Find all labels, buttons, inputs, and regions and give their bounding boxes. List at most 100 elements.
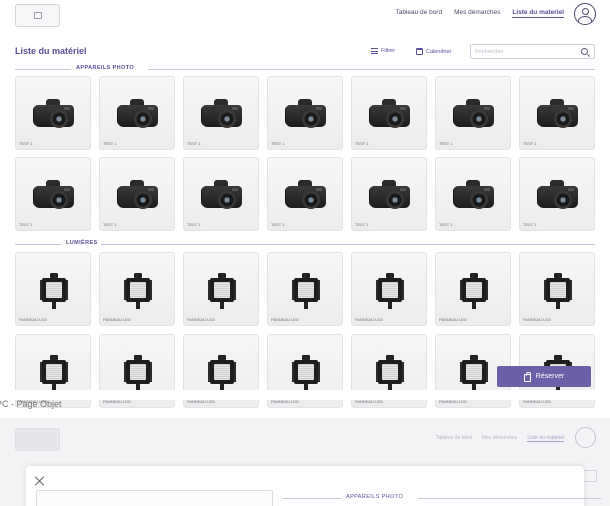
section-label: APPAREILS PHOTO (76, 65, 135, 71)
item-card[interactable]: TEST 1 (351, 76, 427, 150)
image-icon (34, 12, 42, 19)
item-card[interactable]: TEST 1 (267, 76, 343, 150)
led-panel-icon (208, 273, 236, 309)
item-caption: TEST 1 (355, 141, 369, 146)
item-caption: PANNEAU LED (103, 317, 131, 322)
item-card[interactable]: TEST 1 (519, 76, 595, 150)
item-card[interactable]: PANNEAU LED (267, 252, 343, 326)
led-panel-icon (544, 273, 572, 309)
item-card[interactable]: PANNEAU LED (99, 252, 175, 326)
item-card[interactable]: TEST 1 (15, 76, 91, 150)
faded-button (583, 470, 597, 482)
main-nav: Tableau de bord Mes démarches Liste du m… (395, 9, 564, 18)
camera-icon (369, 99, 410, 129)
close-icon[interactable] (35, 476, 45, 486)
calendar-icon (416, 48, 423, 55)
divider-line (148, 69, 595, 70)
divider-line (283, 498, 341, 499)
camera-icon (201, 99, 242, 129)
divider-line (418, 498, 601, 499)
item-card[interactable]: PANNEAU LED (351, 252, 427, 326)
item-caption: TEST 1 (103, 222, 117, 227)
faded-nav-item: Mes démarches (481, 435, 518, 441)
reserve-label: Réserver (535, 373, 565, 380)
faded-nav: Tableau de bord Mes démarches Liste du m… (436, 435, 564, 442)
item-card[interactable]: TEST 1 (267, 157, 343, 231)
item-card[interactable]: TEST 1 (519, 157, 595, 231)
item-caption: TEST 1 (187, 141, 201, 146)
camera-icon (201, 180, 242, 210)
led-panel-icon (460, 273, 488, 309)
camera-icon (537, 99, 578, 129)
led-panel-icon (208, 355, 236, 391)
camera-icon (117, 180, 158, 210)
screen: Tableau de bord Mes démarches Liste du m… (0, 0, 610, 506)
item-caption: TEST 1 (19, 222, 33, 227)
item-caption: TEST 1 (439, 222, 453, 227)
item-card[interactable]: TEST 1 (435, 157, 511, 231)
search-input[interactable] (475, 47, 575, 57)
item-card[interactable]: PANNEAU LED (15, 252, 91, 326)
camera-icon (453, 180, 494, 210)
item-caption: TEST 1 (439, 141, 453, 146)
item-caption: TEST 1 (271, 222, 285, 227)
nav-liste-du-materiel[interactable]: Liste du materiel (512, 9, 564, 18)
camera-icon (285, 99, 326, 129)
item-caption: TEST 1 (103, 141, 117, 146)
camera-icon (453, 99, 494, 129)
modal-section-divider: APPAREILS PHOTO (283, 494, 601, 504)
item-caption: TEST 1 (355, 222, 369, 227)
item-image-frame (36, 490, 273, 506)
logo-placeholder-faded (15, 428, 60, 451)
item-card[interactable]: TEST 1 (351, 157, 427, 231)
item-detail-modal: APPAREILS PHOTO (26, 466, 601, 506)
camera-icon (33, 180, 74, 210)
nav-tableau-de-bord[interactable]: Tableau de bord (395, 9, 442, 18)
calendar-label: Calendrier (426, 48, 452, 55)
filter-button[interactable]: Filtrer (371, 48, 395, 54)
frame-gap (0, 390, 610, 400)
logo-placeholder[interactable] (15, 4, 60, 27)
avatar-body (578, 16, 592, 24)
item-caption: TEST 1 (19, 141, 33, 146)
item-card[interactable]: TEST 1 (99, 157, 175, 231)
item-caption: PANNEAU LED (187, 317, 215, 322)
item-card[interactable]: TEST 1 (183, 76, 259, 150)
user-avatar-icon[interactable] (574, 3, 596, 25)
item-caption: TEST 1 (523, 141, 537, 146)
faded-nav-item: Liste du materiel (527, 435, 564, 442)
item-card[interactable]: TEST 1 (15, 157, 91, 231)
led-panel-icon (292, 355, 320, 391)
divider-line (15, 244, 61, 245)
item-caption: PANNEAU LED (19, 317, 47, 322)
led-panel-icon (292, 273, 320, 309)
camera-icon (369, 180, 410, 210)
frame-label: PC - Page Objet (0, 399, 62, 409)
reserve-button[interactable]: Réserver (497, 366, 591, 387)
calendar-button[interactable]: Calendrier (416, 48, 451, 55)
search-icon[interactable] (581, 48, 588, 55)
page-title: Liste du matériel (15, 46, 87, 56)
section-label: LUMIÈRES (66, 240, 98, 246)
modal-section-label: APPAREILS PHOTO (346, 494, 404, 500)
item-caption: TEST 1 (187, 222, 201, 227)
nav-mes-demarches[interactable]: Mes démarches (454, 9, 500, 18)
divider-line (15, 69, 71, 70)
item-card[interactable]: TEST 1 (183, 157, 259, 231)
top-navigation: Tableau de bord Mes démarches Liste du m… (0, 0, 610, 34)
item-card[interactable]: PANNEAU LED (519, 252, 595, 326)
item-caption: PANNEAU LED (355, 317, 383, 322)
avatar-head (582, 8, 589, 15)
item-caption: PANNEAU LED (439, 317, 467, 322)
faded-avatar-icon (575, 427, 596, 448)
item-card[interactable]: PANNEAU LED (183, 252, 259, 326)
section-divider-cameras: APPAREILS PHOTO (15, 65, 595, 75)
led-panel-icon (124, 273, 152, 309)
item-card[interactable]: TEST 1 (99, 76, 175, 150)
led-panel-icon (40, 355, 68, 391)
section-divider-lights: LUMIÈRES (15, 240, 595, 250)
item-card[interactable]: PANNEAU LED (435, 252, 511, 326)
item-caption: PANNEAU LED (271, 317, 299, 322)
item-card[interactable]: TEST 1 (435, 76, 511, 150)
led-panel-icon (376, 273, 404, 309)
